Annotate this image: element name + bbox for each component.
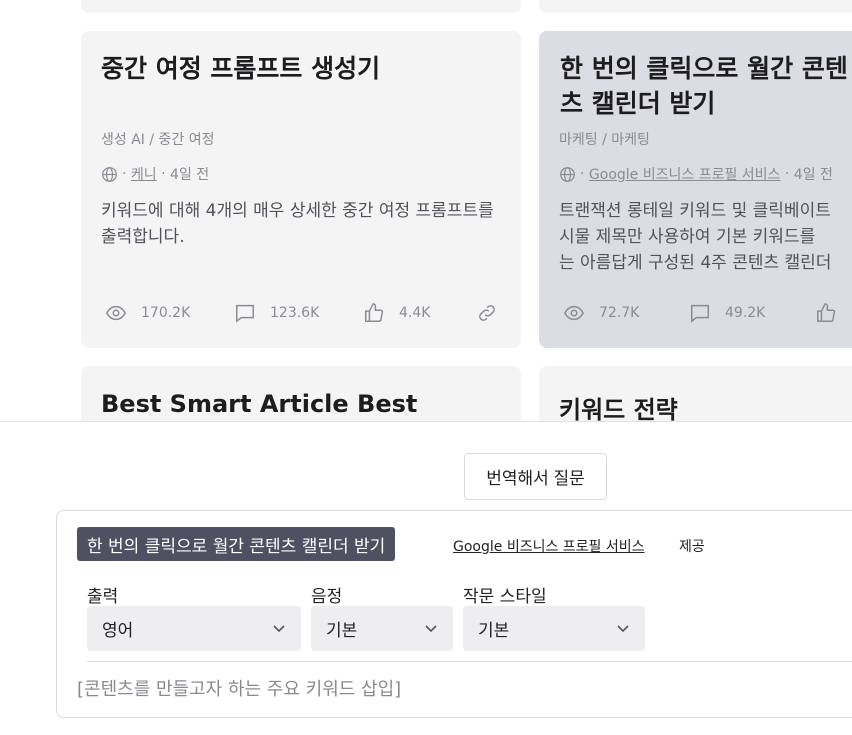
card-title[interactable]: Best Smart Article Best <box>101 390 417 418</box>
comment-icon <box>691 304 709 323</box>
globe-icon <box>560 166 575 182</box>
likes-stat[interactable] <box>815 302 851 324</box>
thumbs-up-icon[interactable] <box>815 302 837 324</box>
selected-prompt-chip[interactable]: 한 번의 클릭으로 월간 콘텐츠 캘린더 받기 <box>77 527 396 561</box>
views-stat: 72.7K <box>563 302 689 324</box>
card-description: 키워드에 대해 4개의 매우 상세한 중간 여정 프롬프트를 출력합니다. <box>101 201 494 247</box>
card-stats: 170.2K 123.6K 4.4K <box>105 302 430 324</box>
prompt-card-stub[interactable] <box>539 0 852 13</box>
link-icon[interactable] <box>476 302 498 324</box>
chevron-down-icon <box>273 625 285 633</box>
card-author[interactable]: 케니 <box>131 164 157 184</box>
prompt-input[interactable]: [콘텐츠를 만들고자 하는 주요 키워드 삽입] <box>77 675 401 701</box>
card-category: 생성 AI / 중간 여정 <box>101 132 215 148</box>
output-label: 출력 <box>87 587 119 607</box>
comment-icon <box>236 304 254 323</box>
card-stats: 72.7K 49.2K <box>563 302 851 324</box>
divider <box>87 661 852 662</box>
globe-icon <box>102 166 117 182</box>
provided-by-label: 제공 <box>679 539 705 555</box>
thumbs-up-icon[interactable] <box>363 302 385 324</box>
card-meta: · 케니 · 4일 전 <box>101 164 209 184</box>
card-author[interactable]: Google 비즈니스 프로필 서비스 <box>589 164 781 184</box>
card-time: 4일 전 <box>793 167 833 183</box>
card-description: 트랜잭션 롱테일 키워드 및 클릭베이트 시물 제목만 사용하여 기본 키워드를… <box>559 201 832 273</box>
eye-icon <box>105 305 127 321</box>
card-title[interactable]: 중간 여정 프롬프트 생성기 <box>101 51 391 86</box>
translate-ask-button[interactable]: 번역해서 질문 <box>464 453 607 500</box>
tone-select[interactable]: 기본 <box>311 606 453 651</box>
prompt-card-selected[interactable]: 한 번의 클릭으로 월간 콘텐츠 캘린더 받기 마케팅 / 마케팅 · Goog… <box>539 31 852 348</box>
comments-stat: 49.2K <box>689 302 815 324</box>
prompt-panel: 번역해서 질문 한 번의 클릭으로 월간 콘텐츠 캘린더 받기 Google 비… <box>0 421 852 735</box>
comments-stat: 123.6K <box>234 302 363 324</box>
prompt-composer: 한 번의 클릭으로 월간 콘텐츠 캘린더 받기 Google 비즈니스 프로필 … <box>56 510 852 718</box>
card-category: 마케팅 / 마케팅 <box>559 132 650 148</box>
card-title[interactable]: 키워드 전략 <box>559 390 678 425</box>
tone-label: 음정 <box>311 587 343 607</box>
prompt-card-stub[interactable] <box>81 0 521 13</box>
writing-style-label: 작문 스타일 <box>463 587 547 607</box>
eye-icon <box>563 305 585 321</box>
card-title[interactable]: 한 번의 클릭으로 월간 콘텐츠 캘린더 받기 <box>560 51 852 121</box>
likes-stat[interactable]: 4.4K <box>363 302 430 324</box>
provider-link[interactable]: Google 비즈니스 프로필 서비스 <box>453 536 645 556</box>
prompt-card[interactable]: 중간 여정 프롬프트 생성기 생성 AI / 중간 여정 · 케니 · 4일 전… <box>81 31 521 348</box>
chevron-down-icon <box>425 625 437 633</box>
views-stat: 170.2K <box>105 302 234 324</box>
chevron-down-icon <box>617 625 629 633</box>
card-meta: · Google 비즈니스 프로필 서비스 · 4일 전 <box>559 164 833 184</box>
writing-style-select[interactable]: 기본 <box>463 606 645 651</box>
output-language-select[interactable]: 영어 <box>87 606 301 651</box>
card-time: 4일 전 <box>170 167 210 183</box>
